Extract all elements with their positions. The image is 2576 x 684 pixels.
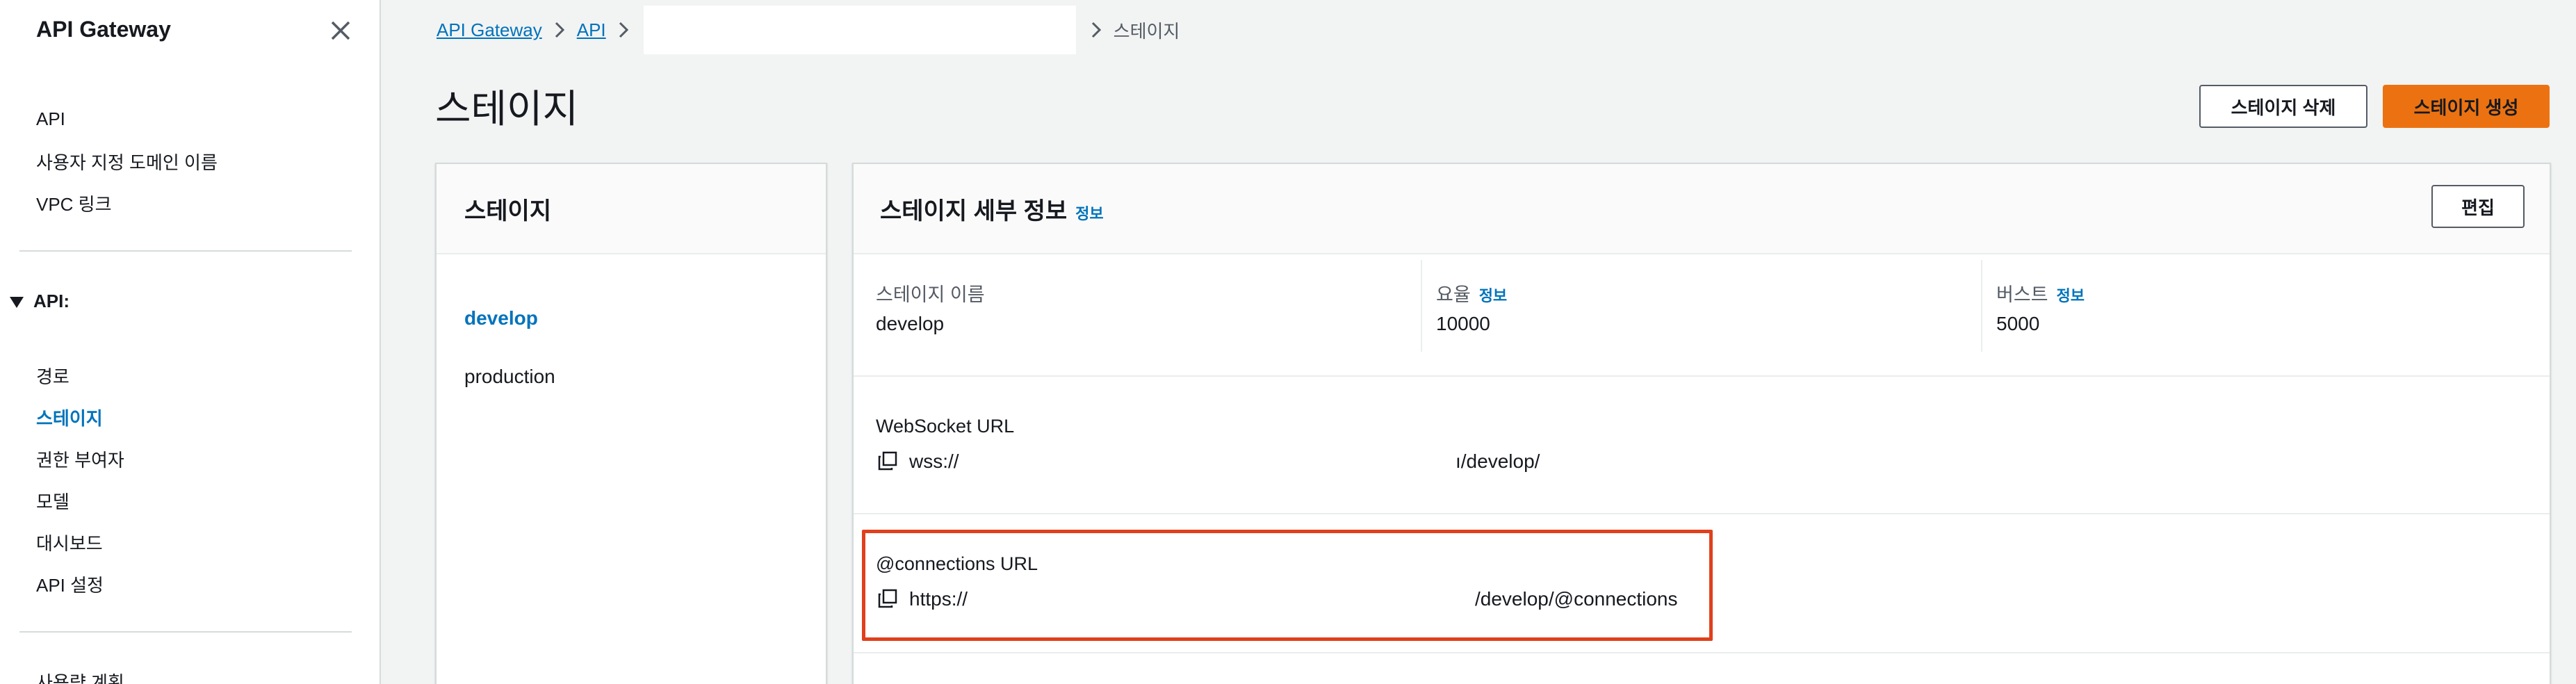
stage-details-title: 스테이지 세부 정보 정보 [880, 192, 1104, 226]
breadcrumb-api[interactable]: API [577, 19, 606, 41]
sidebar-item-dashboard[interactable]: 대시보드 [36, 530, 103, 555]
row-divider [854, 652, 2550, 653]
rate-label-text: 요율 [1436, 284, 1471, 305]
page-title: 스테이지 [435, 87, 579, 131]
edit-button[interactable]: 편집 [2431, 185, 2525, 228]
redacted-breadcrumb-item [643, 6, 1076, 54]
websocket-url-suffix: ı/develop/ [1456, 450, 1540, 472]
copy-icon[interactable] [877, 450, 898, 471]
caret-down-icon [10, 297, 24, 309]
sidebar-divider [19, 631, 352, 633]
sidebar-item-routes[interactable]: 경로 [36, 363, 70, 389]
stages-panel-title: 스테이지 [464, 198, 552, 225]
breadcrumb-current: 스테이지 [1113, 20, 1180, 42]
rate-label: 요율 정보 [1436, 279, 1507, 307]
sidebar-item-vpc-links[interactable]: VPC 링크 [36, 190, 112, 216]
sidebar-section-label: API: [33, 291, 70, 311]
stage-details-header: 스테이지 세부 정보 정보 편집 [854, 164, 2550, 254]
sidebar-item-stages[interactable]: 스테이지 [36, 405, 103, 430]
stages-panel-header: 스테이지 [437, 164, 826, 254]
stage-item-develop[interactable]: develop [464, 307, 538, 329]
stage-details-title-text: 스테이지 세부 정보 [880, 198, 1068, 225]
burst-value: 5000 [1996, 313, 2040, 334]
chevron-right-icon [555, 22, 564, 38]
stage-name-label: 스테이지 이름 [876, 284, 985, 305]
create-stage-button[interactable]: 스테이지 생성 [2383, 85, 2550, 128]
side-navigation: API Gateway API 사용자 지정 도메인 이름 VPC 링크 API… [0, 0, 381, 684]
sidebar-item-api[interactable]: API [36, 108, 65, 130]
burst-info-link[interactable]: 정보 [2057, 287, 2085, 304]
close-icon[interactable] [328, 18, 353, 43]
column-divider [1421, 260, 1422, 352]
chevron-right-icon [619, 22, 628, 38]
sidebar-divider [19, 250, 352, 252]
rate-info-link[interactable]: 정보 [1479, 287, 1507, 304]
burst-label: 버스트 정보 [1996, 279, 2085, 307]
websocket-url-prefix: wss:// [909, 450, 959, 472]
sidebar-item-authorizers[interactable]: 권한 부여자 [36, 446, 124, 472]
column-divider [1981, 260, 1982, 352]
sidebar-item-api-settings[interactable]: API 설정 [36, 571, 104, 597]
rate-value: 10000 [1436, 313, 1490, 334]
sidebar-title: API Gateway [36, 17, 171, 42]
breadcrumb: API Gateway API 스테이지 [437, 6, 1180, 54]
row-divider [854, 513, 2550, 514]
row-divider [854, 375, 2550, 377]
burst-label-text: 버스트 [1996, 284, 2048, 305]
stage-item-production[interactable]: production [464, 366, 555, 388]
highlight-annotation [862, 530, 1713, 641]
breadcrumb-api-gateway[interactable]: API Gateway [437, 19, 542, 41]
delete-stage-button[interactable]: 스테이지 삭제 [2199, 85, 2367, 128]
info-link[interactable]: 정보 [1075, 205, 1103, 222]
stage-name-value: develop [876, 313, 945, 334]
websocket-url-label: WebSocket URL [876, 416, 1015, 437]
chevron-right-icon [1091, 22, 1101, 38]
sidebar-item-custom-domain-names[interactable]: 사용자 지정 도메인 이름 [36, 149, 218, 174]
sidebar-api-section[interactable]: API: [10, 291, 70, 312]
sidebar-item-usage-plans[interactable]: 사용량 계획 [36, 669, 124, 684]
stages-panel: 스테이지 develop production [435, 163, 827, 684]
sidebar-item-models[interactable]: 모델 [36, 488, 70, 514]
